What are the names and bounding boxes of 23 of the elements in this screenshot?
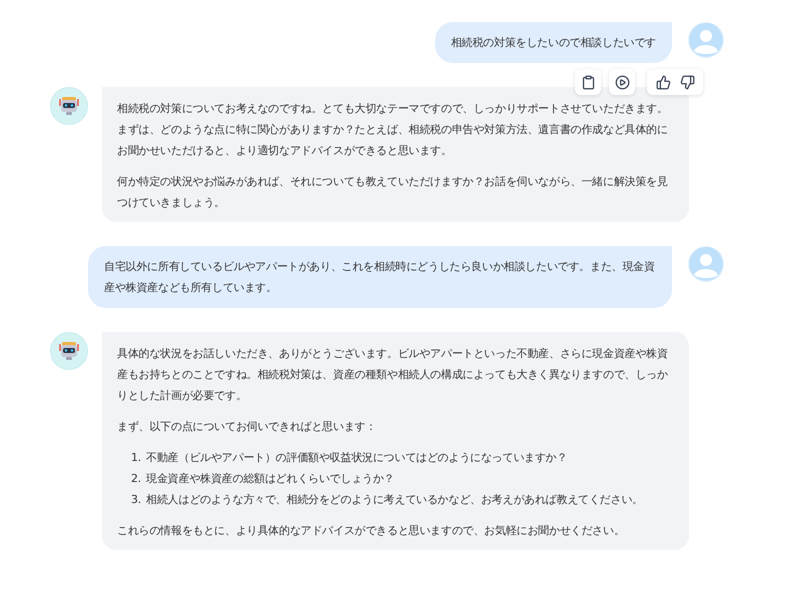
list-item-text: 相続人はどのような方々で、相続分をどのように考えているかなど、お考えがあれば教えてください。	[146, 492, 643, 508]
message-text: 具体的な状況をお話しいただき、ありがとうございます。ビルやアパートといった不動産、さらに現金資産や株資産もお持ちとのことですね。相続税対策は、資産の種類や相続人の構成によっても大きく異なりますので、しっかりとした計画が必要です。	[117, 346, 669, 404]
message-text: まず、以下の点についてお伺いできればと思います：	[117, 419, 378, 435]
message-text: 相続税の対策についてお考えなのですね。とても大切なテーマですので、しっかりサポートさせていただきます。まずは、どのような点に特に関心がありますか？たとえば、相続税の申告や対策方法、遺言書の作成など具体的にお聞かせいただけると、より適切なアドバイスができると思います。	[117, 101, 669, 159]
copy-button[interactable]	[575, 69, 601, 95]
clipboard-icon	[580, 74, 596, 90]
list-number: 3.	[131, 492, 142, 508]
message-text: 何か特定の状況やお悩みがあれば、それについても教えていただけますか？お話を伺いながら、一緒に解決策を見つけていきましょう。	[117, 174, 669, 211]
play-button[interactable]	[609, 69, 635, 95]
robot-avatar-icon	[50, 87, 88, 125]
list-item-text: 現金資産や株資産の総額はどれくらいでしょうか？	[146, 471, 395, 487]
user-avatar-icon	[688, 22, 724, 58]
thumbs-down-icon	[680, 74, 694, 90]
user-avatar-icon	[688, 246, 724, 282]
thumbs-up-icon	[656, 74, 670, 90]
message-text: 自宅以外に所有しているビルやアパートがあり、これを相続時にどうしたら良いか相談したいです。また、現金資産や株資産なども所有しています。	[104, 259, 656, 296]
list-number: 2.	[131, 471, 142, 487]
play-icon	[614, 74, 630, 90]
list-item-text: 不動産（ビルやアパート）の評価額や収益状況についてはどのようになっていますか？	[146, 450, 568, 466]
list-number: 1.	[131, 450, 142, 466]
message-text: これらの情報をもとに、より具体的なアドバイスができると思いますので、お気軽にお聞かせください。	[117, 523, 626, 539]
message-text: 相続税の対策をしたいので相談したいです	[450, 35, 656, 51]
robot-avatar-icon	[50, 332, 88, 370]
